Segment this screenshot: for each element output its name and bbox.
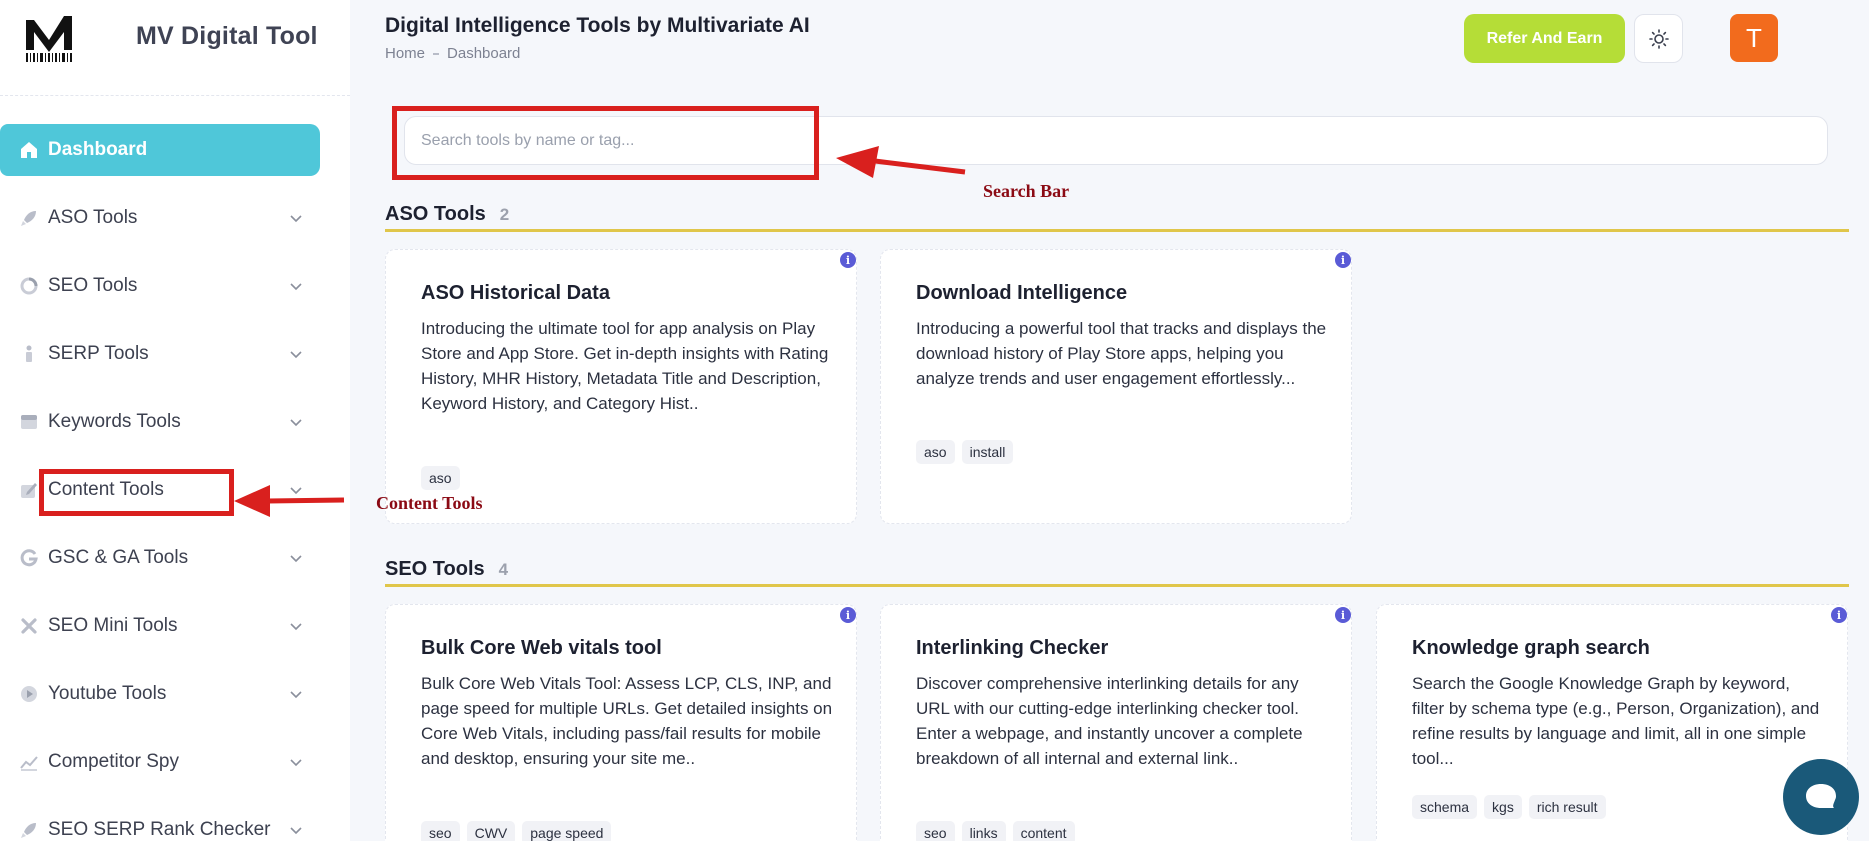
chat-widget-button[interactable]: [1783, 759, 1859, 835]
annotation-content-box: [39, 469, 234, 516]
annotation-arrows: [234, 146, 966, 517]
arrow-content-head: [234, 485, 270, 517]
arrow-content: [267, 497, 345, 504]
arrow-search-head: [836, 146, 879, 178]
annotation-label-content: Content Tools: [376, 493, 483, 513]
chat-icon: [1806, 784, 1836, 808]
annotation-label-search: Search Bar: [983, 181, 1070, 201]
arrow-search: [874, 158, 966, 175]
